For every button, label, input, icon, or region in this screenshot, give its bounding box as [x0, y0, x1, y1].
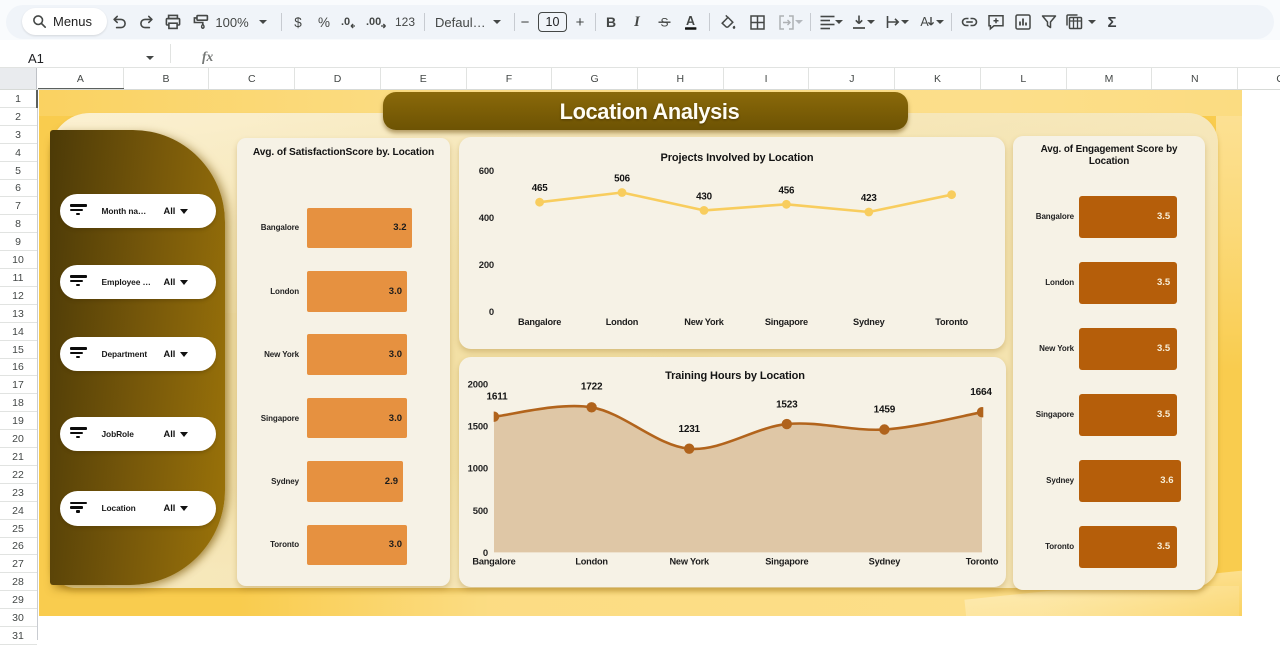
svg-text:1000: 1000 [468, 463, 488, 474]
svg-text:430: 430 [696, 191, 712, 202]
svg-text:New York: New York [669, 556, 710, 566]
svg-text:0: 0 [489, 306, 494, 317]
svg-text:Singapore: Singapore [765, 556, 808, 566]
svg-text:400: 400 [479, 212, 494, 223]
svg-text:London: London [606, 316, 639, 326]
svg-text:.00: .00 [366, 16, 381, 28]
svg-text:1500: 1500 [468, 421, 488, 432]
svg-text:456: 456 [779, 185, 795, 196]
svg-text:.0: .0 [341, 16, 350, 28]
svg-text:Toronto: Toronto [935, 316, 968, 326]
svg-text:London: London [575, 556, 608, 566]
svg-text:Projects Involved by Location: Projects Involved by Location [661, 152, 814, 164]
svg-text:New York: New York [684, 316, 725, 326]
svg-text:Sydney: Sydney [869, 556, 902, 566]
svg-text:423: 423 [861, 193, 877, 204]
svg-text:1722: 1722 [581, 381, 603, 392]
svg-text:A: A [920, 15, 929, 29]
svg-text:Sydney: Sydney [853, 316, 886, 326]
svg-text:200: 200 [479, 259, 494, 270]
svg-text:A: A [685, 14, 694, 28]
svg-text:465: 465 [532, 183, 548, 194]
svg-text:1664: 1664 [970, 386, 992, 397]
svg-text:1611: 1611 [487, 391, 509, 402]
svg-text:506: 506 [614, 173, 630, 184]
svg-text:Toronto: Toronto [966, 556, 999, 566]
svg-text:Training Hours by Location: Training Hours by Location [665, 370, 805, 382]
svg-text:500: 500 [473, 505, 488, 516]
svg-text:1459: 1459 [874, 404, 896, 415]
svg-text:Bangalore: Bangalore [472, 556, 515, 566]
svg-text:600: 600 [479, 166, 494, 177]
svg-text:Bangalore: Bangalore [518, 316, 561, 326]
svg-text:Singapore: Singapore [765, 316, 808, 326]
svg-text:2000: 2000 [468, 379, 488, 390]
svg-text:1523: 1523 [776, 399, 798, 410]
svg-text:1231: 1231 [678, 423, 700, 434]
